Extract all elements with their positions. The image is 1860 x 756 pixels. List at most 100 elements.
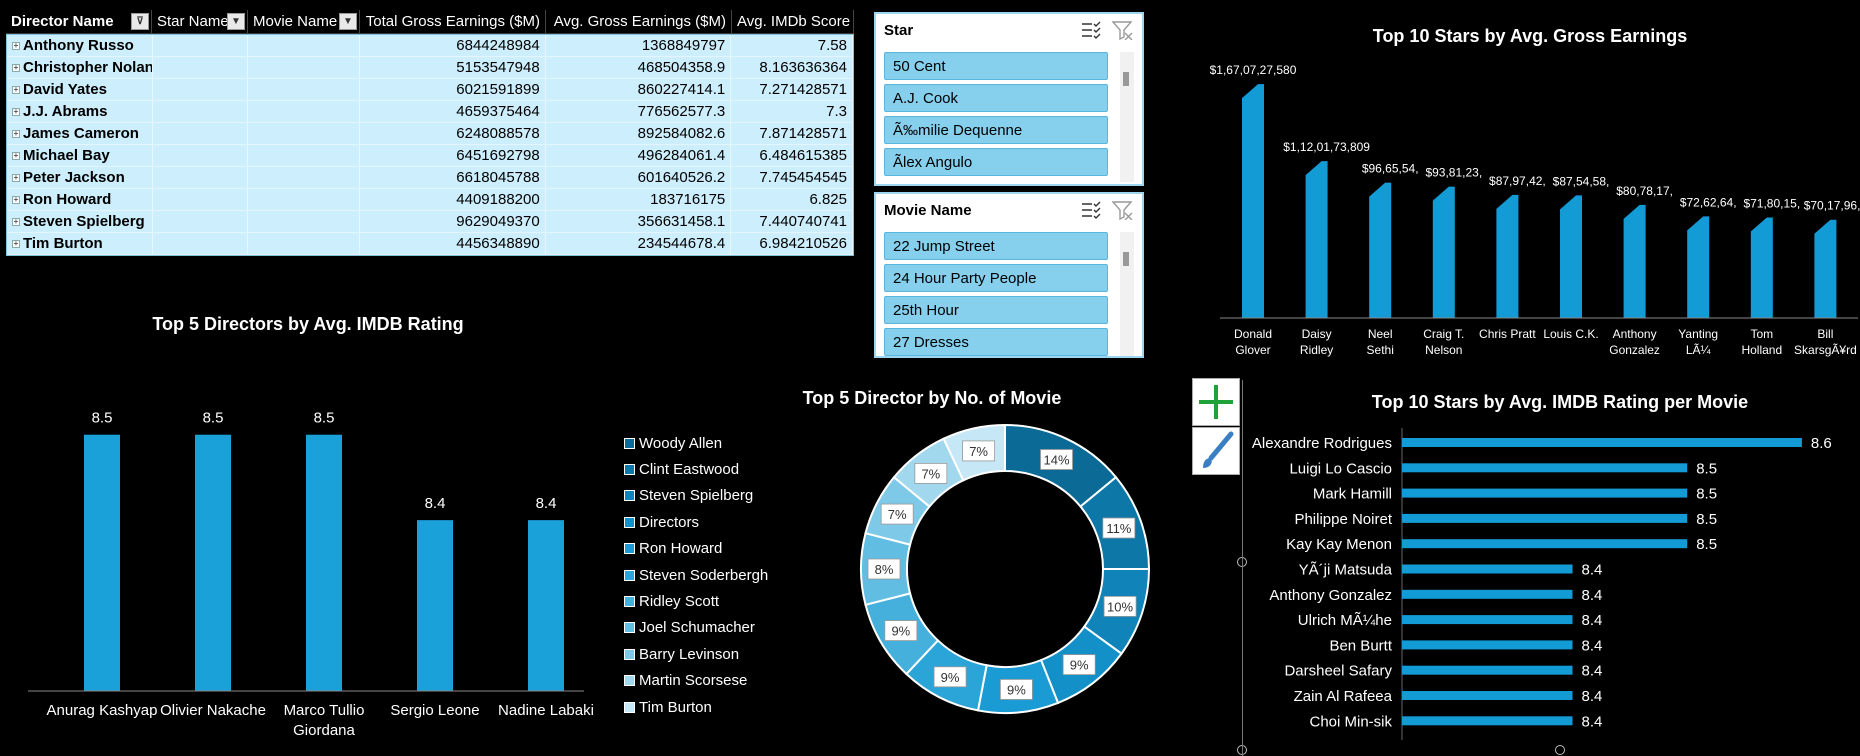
clear-filter-icon[interactable] — [1111, 20, 1134, 41]
slicer-item[interactable]: 27 Dresses — [884, 328, 1108, 356]
table-row[interactable]: + J.J. Abrams 4659375464 776562577.3 7.3 — [7, 101, 853, 123]
legend-swatch — [624, 596, 635, 608]
tick-label: Philippe Noiret — [1294, 511, 1392, 528]
data-label: 8.4 — [1582, 637, 1603, 654]
expand-icon[interactable]: + — [12, 240, 20, 249]
table-cell: 7.58 — [731, 35, 853, 56]
chart-styles-button[interactable] — [1192, 427, 1240, 475]
chart-stars-imdb[interactable]: 8.6 Alexandre Rodrigues 8.5 Luigi Lo Cascio… — [1240, 420, 1860, 756]
chart-title-director-movies: Top 5 Director by No. of Movie — [802, 388, 1062, 408]
data-label: $93,81,23, — [1425, 166, 1482, 180]
bar — [1242, 84, 1264, 318]
legend-swatch — [624, 437, 635, 449]
filter-active-icon[interactable]: ⊽ — [131, 13, 149, 30]
chart-stars-gross[interactable]: $1,67,07,27,580 $1,12,01,73,809 $96,65,54,… — [1210, 56, 1860, 368]
selection-border — [1242, 380, 1243, 756]
slicer-star[interactable]: Star 50 Cent A.J. Cook Ã‰milie Dequenne Ãle… — [874, 12, 1144, 186]
slicer-item[interactable]: A.J. Cook — [884, 84, 1108, 112]
tick-label: Chris Pratt — [1479, 327, 1536, 341]
header-label: Movie Name — [253, 13, 338, 30]
header-total-gross[interactable]: Total Gross Earnings ($M) — [360, 10, 546, 33]
table-cell — [153, 79, 249, 100]
table-cell — [248, 145, 361, 166]
tick-label: Yanting LÃ¼ — [1678, 327, 1718, 357]
tick-label: Ulrich MÃ¼he — [1298, 612, 1392, 629]
multi-select-icon[interactable] — [1080, 20, 1102, 40]
cell-value: Anthony Russo — [23, 37, 134, 54]
bar — [84, 434, 120, 691]
slicer-item[interactable]: Ãlex Angulo — [884, 148, 1108, 176]
header-label: Director Name — [11, 13, 114, 30]
scrollbar[interactable] — [1120, 52, 1134, 182]
table-row[interactable]: + Tim Burton 4456348890 234544678.4 6.984210… — [7, 233, 853, 255]
table-row[interactable]: + Peter Jackson 6618045788 601640526.2 7.745… — [7, 167, 853, 189]
slicer-item[interactable]: 25th Hour — [884, 296, 1108, 324]
slicer-item[interactable]: 50 Cent — [884, 52, 1108, 80]
expand-icon[interactable]: + — [12, 152, 20, 161]
cell-value: 6618045788 — [456, 169, 540, 186]
cell-value: J.J. Abrams — [23, 103, 108, 120]
bar — [1402, 539, 1688, 549]
table-row[interactable]: + Christopher Nolan 5153547948 468504358.9 8… — [7, 57, 853, 79]
cell-value: 7.3 — [826, 103, 847, 120]
table-cell — [248, 101, 361, 122]
slicer-movie[interactable]: Movie Name 22 Jump Street 24 Hour Party P… — [874, 192, 1144, 358]
table-cell: + Ron Howard — [7, 189, 153, 210]
tick-label: Donald Glover — [1234, 327, 1272, 357]
slicer-item[interactable]: 22 Jump Street — [884, 232, 1108, 260]
header-star-name[interactable]: Star Name ▼ — [152, 10, 248, 33]
chart-director-movies[interactable]: 14% 11% 10% 9% 9% 9% 9% 8% 7% 7% 7% — [850, 414, 1160, 724]
table-row[interactable]: + Ron Howard 4409188200 183716175 6.825 — [7, 189, 853, 211]
expand-icon[interactable]: + — [12, 218, 20, 227]
table-row[interactable]: + David Yates 6021591899 860227414.1 7.27142… — [7, 79, 853, 101]
slicer-item[interactable]: Ã‰milie Dequenne — [884, 116, 1108, 144]
tick-label: YÃ´ji Matsuda — [1299, 562, 1393, 579]
expand-icon[interactable]: + — [12, 196, 20, 205]
chart-directors-imdb[interactable]: 8.5 8.5 8.5 8.4 8.4 Anurag Kashyap Olivier Nak… — [0, 350, 600, 756]
expand-icon[interactable]: + — [12, 174, 20, 183]
legend-item: Barry Levinson — [624, 641, 768, 667]
scrollbar-thumb[interactable] — [1123, 252, 1129, 266]
expand-icon[interactable]: + — [12, 64, 20, 73]
table-cell: + Peter Jackson — [7, 167, 153, 188]
data-label: 7% — [969, 444, 988, 459]
scrollbar[interactable] — [1120, 232, 1134, 356]
header-movie-name[interactable]: Movie Name ▼ — [248, 10, 360, 33]
expand-icon[interactable]: + — [12, 130, 20, 139]
table-cell — [248, 79, 361, 100]
table-cell — [248, 233, 361, 254]
table-cell: 6.484615385 — [731, 145, 853, 166]
expand-icon[interactable]: + — [12, 86, 20, 95]
clear-filter-icon[interactable] — [1111, 200, 1134, 221]
header-director-name[interactable]: Director Name ⊽ — [6, 10, 152, 33]
cell-value: 9629049370 — [456, 213, 540, 230]
data-label: 8.4 — [1582, 663, 1603, 680]
table-row[interactable]: + James Cameron 6248088578 892584082.6 7.871… — [7, 123, 853, 145]
add-chart-element-button[interactable] — [1192, 378, 1240, 426]
bar — [1432, 186, 1455, 318]
table-row[interactable]: + Anthony Russo 6844248984 1368849797 7.58 — [7, 35, 853, 57]
resize-handle[interactable] — [1555, 745, 1565, 755]
dropdown-icon[interactable]: ▼ — [227, 13, 245, 30]
table-cell: + Tim Burton — [7, 233, 153, 254]
cell-value: 8.163636364 — [759, 59, 847, 76]
header-avg-imdb[interactable]: Avg. IMDb Score — [732, 10, 854, 33]
data-label: 11% — [1106, 521, 1131, 536]
table-row[interactable]: + Steven Spielberg 9629049370 356631458.1 7.… — [7, 211, 853, 233]
expand-icon[interactable]: + — [12, 108, 20, 117]
legend-label: Tim Burton — [639, 698, 712, 716]
cell-value: 6.825 — [809, 191, 847, 208]
table-cell: 6618045788 — [360, 167, 546, 188]
expand-icon[interactable]: + — [12, 42, 20, 51]
scrollbar-thumb[interactable] — [1123, 72, 1129, 86]
table-row[interactable]: + Michael Bay 6451692798 496284061.4 6.48461… — [7, 145, 853, 167]
table-cell — [153, 145, 249, 166]
dropdown-icon[interactable]: ▼ — [339, 13, 357, 30]
table-cell — [153, 35, 249, 56]
header-label: Star Name — [157, 13, 229, 30]
slicer-item[interactable]: 24 Hour Party People — [884, 264, 1108, 292]
cell-value: 7.58 — [817, 37, 847, 54]
pivot-table[interactable]: Director Name ⊽ Star Name ▼ Movie Name ▼ To… — [6, 10, 854, 256]
multi-select-icon[interactable] — [1080, 200, 1102, 220]
header-avg-gross[interactable]: Avg. Gross Earnings ($M) — [546, 10, 732, 33]
